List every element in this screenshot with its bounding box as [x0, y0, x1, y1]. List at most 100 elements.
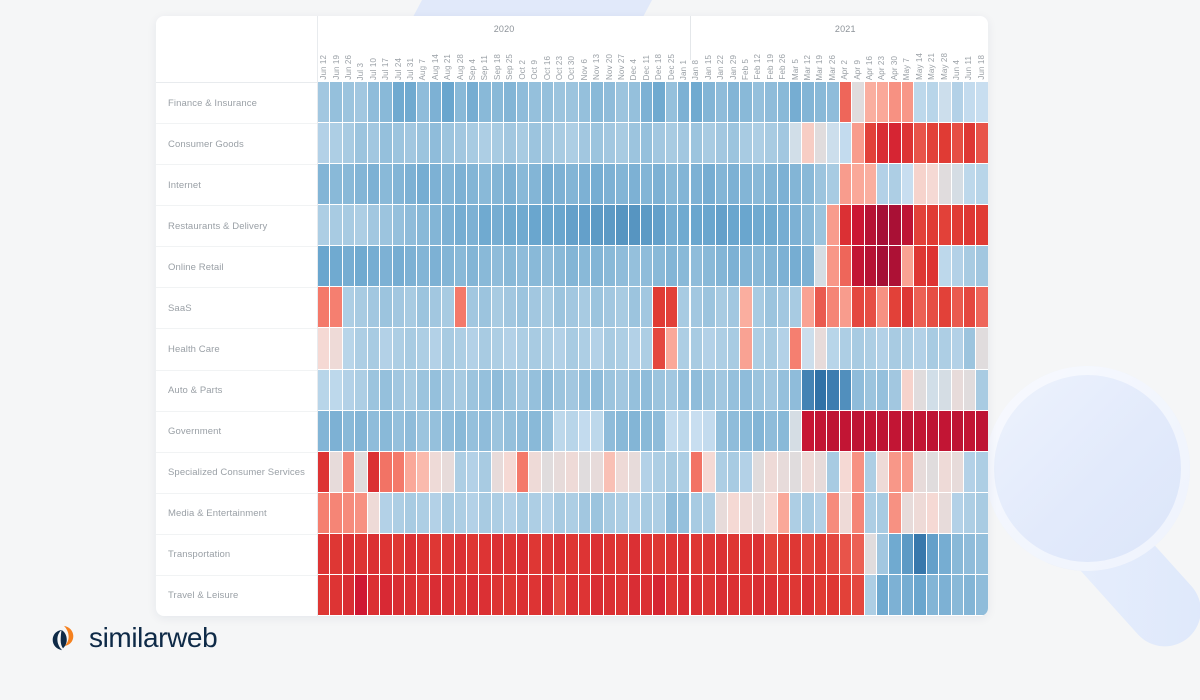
heatmap-cell[interactable]: [951, 451, 963, 492]
heatmap-cell[interactable]: [926, 533, 939, 574]
heatmap-cell[interactable]: [541, 164, 554, 205]
heatmap-cell[interactable]: [467, 574, 479, 616]
heatmap-cell[interactable]: [665, 82, 678, 123]
heatmap-cell[interactable]: [777, 246, 790, 287]
heatmap-cell[interactable]: [392, 574, 404, 616]
heatmap-cell[interactable]: [404, 123, 417, 164]
heatmap-cell[interactable]: [715, 123, 727, 164]
heatmap-cell[interactable]: [963, 492, 976, 533]
heatmap-cell[interactable]: [429, 246, 442, 287]
heatmap-cell[interactable]: [914, 287, 926, 328]
heatmap-cell[interactable]: [603, 533, 616, 574]
heatmap-cell[interactable]: [914, 82, 926, 123]
heatmap-cell[interactable]: [740, 369, 752, 410]
heatmap-cell[interactable]: [491, 164, 504, 205]
heatmap-cell[interactable]: [367, 82, 380, 123]
heatmap-cell[interactable]: [852, 451, 864, 492]
heatmap-cell[interactable]: [703, 574, 715, 616]
heatmap-cell[interactable]: [827, 164, 839, 205]
heatmap-cell[interactable]: [740, 410, 752, 451]
heatmap-cell[interactable]: [814, 123, 827, 164]
heatmap-cell[interactable]: [442, 492, 454, 533]
heatmap-cell[interactable]: [765, 328, 777, 369]
heatmap-cell[interactable]: [715, 369, 727, 410]
heatmap-cell[interactable]: [591, 451, 603, 492]
heatmap-cell[interactable]: [380, 123, 392, 164]
heatmap-cell[interactable]: [951, 82, 963, 123]
heatmap-cell[interactable]: [690, 492, 703, 533]
heatmap-cell[interactable]: [529, 246, 541, 287]
heatmap-cell[interactable]: [653, 369, 665, 410]
heatmap-cell[interactable]: [566, 82, 578, 123]
heatmap-cell[interactable]: [976, 205, 988, 246]
heatmap-cell[interactable]: [777, 451, 790, 492]
heatmap-cell[interactable]: [665, 328, 678, 369]
heatmap-cell[interactable]: [554, 574, 566, 616]
heatmap-cell[interactable]: [516, 574, 529, 616]
heatmap-cell[interactable]: [752, 574, 765, 616]
heatmap-cell[interactable]: [740, 287, 752, 328]
heatmap-cell[interactable]: [951, 123, 963, 164]
heatmap-cell[interactable]: [864, 287, 876, 328]
heatmap-cell[interactable]: [852, 205, 864, 246]
heatmap-cell[interactable]: [380, 82, 392, 123]
heatmap-cell[interactable]: [926, 410, 939, 451]
heatmap-cell[interactable]: [852, 574, 864, 616]
heatmap-cell[interactable]: [839, 369, 852, 410]
heatmap-cell[interactable]: [640, 410, 653, 451]
heatmap-cell[interactable]: [417, 205, 429, 246]
heatmap-cell[interactable]: [939, 451, 951, 492]
heatmap-cell[interactable]: [628, 123, 640, 164]
heatmap-cell[interactable]: [976, 123, 988, 164]
heatmap-cell[interactable]: [355, 164, 367, 205]
heatmap-cell[interactable]: [976, 410, 988, 451]
heatmap-cell[interactable]: [963, 451, 976, 492]
heatmap-cell[interactable]: [591, 82, 603, 123]
heatmap-cell[interactable]: [467, 82, 479, 123]
heatmap-cell[interactable]: [790, 410, 802, 451]
heatmap-cell[interactable]: [703, 328, 715, 369]
heatmap-cell[interactable]: [752, 123, 765, 164]
heatmap-cell[interactable]: [640, 164, 653, 205]
heatmap-cell[interactable]: [926, 287, 939, 328]
heatmap-cell[interactable]: [951, 533, 963, 574]
heatmap-cell[interactable]: [740, 205, 752, 246]
heatmap-cell[interactable]: [951, 328, 963, 369]
heatmap-cell[interactable]: [790, 287, 802, 328]
heatmap-cell[interactable]: [715, 410, 727, 451]
heatmap-cell[interactable]: [616, 82, 628, 123]
heatmap-cell[interactable]: [491, 574, 504, 616]
heatmap-cell[interactable]: [703, 410, 715, 451]
heatmap-cell[interactable]: [578, 287, 591, 328]
heatmap-cell[interactable]: [516, 287, 529, 328]
heatmap-cell[interactable]: [765, 533, 777, 574]
heatmap-cell[interactable]: [926, 492, 939, 533]
heatmap-cell[interactable]: [491, 205, 504, 246]
heatmap-cell[interactable]: [814, 492, 827, 533]
heatmap-cell[interactable]: [603, 246, 616, 287]
heatmap-cell[interactable]: [790, 492, 802, 533]
heatmap-cell[interactable]: [901, 574, 914, 616]
heatmap-cell[interactable]: [939, 123, 951, 164]
heatmap-cell[interactable]: [827, 451, 839, 492]
heatmap-cell[interactable]: [541, 574, 554, 616]
heatmap-cell[interactable]: [318, 492, 330, 533]
heatmap-cell[interactable]: [516, 328, 529, 369]
heatmap-cell[interactable]: [690, 287, 703, 328]
heatmap-cell[interactable]: [578, 123, 591, 164]
heatmap-cell[interactable]: [752, 246, 765, 287]
heatmap-cell[interactable]: [392, 287, 404, 328]
heatmap-cell[interactable]: [454, 574, 467, 616]
heatmap-cell[interactable]: [914, 328, 926, 369]
heatmap-cell[interactable]: [404, 246, 417, 287]
heatmap-cell[interactable]: [864, 82, 876, 123]
heatmap-cell[interactable]: [380, 328, 392, 369]
heatmap-cell[interactable]: [715, 287, 727, 328]
heatmap-cell[interactable]: [740, 533, 752, 574]
heatmap-cell[interactable]: [678, 287, 690, 328]
heatmap-cell[interactable]: [479, 246, 491, 287]
heatmap-cell[interactable]: [765, 410, 777, 451]
heatmap-cell[interactable]: [404, 287, 417, 328]
heatmap-cell[interactable]: [752, 205, 765, 246]
heatmap-cell[interactable]: [802, 492, 814, 533]
